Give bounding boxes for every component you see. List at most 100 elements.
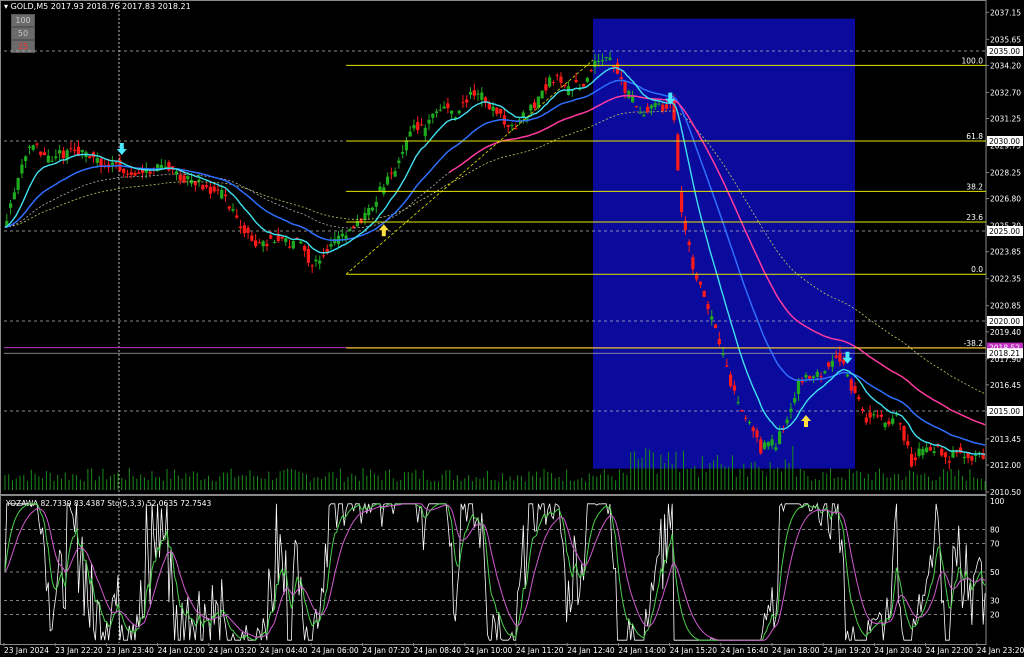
candle-body	[382, 187, 386, 194]
candle-body	[321, 255, 326, 257]
candle-body	[46, 155, 50, 163]
price-tick-7: 2026.80	[990, 195, 1021, 204]
price-box-2: 2025.00	[989, 227, 1020, 236]
candle-body	[721, 353, 725, 356]
candle-body	[725, 365, 729, 367]
candle-body	[367, 207, 371, 216]
candle-body	[54, 156, 58, 159]
price-box-0: 2035.00	[989, 47, 1020, 56]
candle-body	[235, 215, 239, 218]
candle-body	[555, 75, 559, 77]
candle-body	[879, 414, 883, 417]
candle-body	[122, 168, 126, 174]
candle-body	[551, 81, 556, 83]
candle-body	[434, 111, 439, 114]
candle-body	[265, 243, 269, 247]
candle-body	[627, 90, 631, 99]
candle-body	[815, 371, 819, 377]
candle-body	[291, 240, 295, 249]
candle-body	[370, 207, 375, 211]
time-label-10: 24 Jan 11:20	[516, 646, 564, 655]
candle-body	[864, 417, 868, 423]
candle-body	[114, 162, 118, 164]
price-tick-4: 2031.25	[990, 115, 1021, 124]
candle-body	[50, 160, 54, 162]
candle-body	[12, 192, 16, 200]
candle-body	[506, 124, 510, 127]
candle-body	[687, 241, 691, 246]
candle-body	[747, 421, 752, 424]
time-label-12: 24 Jan 14:00	[618, 646, 666, 655]
candle-body	[804, 374, 808, 378]
candle-body	[88, 156, 92, 159]
candle-body	[811, 376, 816, 379]
candle-body	[638, 112, 642, 114]
candle-body	[940, 448, 944, 456]
candle-body	[657, 103, 661, 105]
price-box-5: 2018.21	[989, 349, 1020, 358]
candle-body	[42, 152, 47, 156]
candle-body	[838, 353, 842, 362]
candle-body	[208, 186, 212, 194]
candle-body	[212, 186, 216, 192]
candle-body	[31, 145, 35, 150]
candle-body	[446, 103, 450, 109]
price-tick-12: 2019.40	[990, 328, 1021, 337]
price-chart[interactable]: 100.0 61.8 38.2 23.6 0.0 -38.2 2037.15 2035.65 2…	[0, 0, 1024, 657]
time-label-8: 24 Jan 08:40	[414, 646, 462, 655]
candle-body	[223, 194, 228, 197]
candle-body	[201, 185, 205, 190]
candle-body	[397, 160, 401, 164]
candle-body	[868, 412, 872, 418]
candle-body	[401, 152, 405, 154]
candle-body	[876, 415, 880, 417]
time-label-18: 24 Jan 22:00	[926, 646, 974, 655]
candle-body	[623, 81, 627, 93]
time-label-4: 24 Jan 03:20	[209, 646, 257, 655]
indicator-tick-5: 20	[990, 611, 1000, 620]
candle-body	[649, 105, 654, 109]
candle-body	[661, 104, 665, 112]
candle-body	[691, 257, 695, 270]
indicator-tick-4: 30	[990, 596, 1000, 605]
candle-body	[333, 238, 337, 244]
fib-label-2: 38.2	[966, 182, 983, 191]
candle-body	[20, 164, 24, 174]
time-label-14: 24 Jan 16:40	[721, 646, 769, 655]
candle-body	[597, 60, 601, 62]
candle-body	[227, 206, 231, 209]
candle-body	[427, 119, 431, 124]
candle-body	[962, 456, 966, 459]
candle-body	[385, 176, 390, 185]
candle-body	[412, 125, 416, 129]
price-box-6: 2015.00	[989, 407, 1020, 416]
price-tick-2: 2034.20	[990, 61, 1021, 70]
candle-body	[574, 79, 578, 83]
candle-body	[902, 426, 906, 441]
price-box-3: 2020.00	[989, 317, 1020, 326]
candle-body	[457, 110, 461, 114]
candle-body	[374, 201, 378, 207]
candle-body	[269, 235, 273, 239]
candle-body	[167, 162, 171, 171]
highlight-rectangle	[593, 18, 856, 469]
candle-body	[800, 380, 804, 383]
candle-body	[589, 70, 593, 72]
candle-body	[27, 146, 32, 148]
candle-body	[125, 173, 130, 175]
candle-body	[80, 149, 84, 153]
candle-body	[231, 209, 235, 211]
candle-body	[917, 448, 921, 456]
price-tick-11: 2020.85	[990, 302, 1021, 311]
candle-body	[205, 185, 209, 187]
indicator-tick-0: 100	[990, 497, 1005, 506]
fib-label-5: -38.2	[964, 339, 984, 348]
candle-body	[857, 396, 861, 400]
time-label-15: 24 Jan 18:00	[772, 646, 820, 655]
candle-body	[389, 172, 393, 174]
candle-body	[883, 422, 887, 428]
candle-body	[785, 419, 789, 424]
time-label-3: 24 Jan 02:00	[158, 646, 206, 655]
candle-body	[178, 174, 182, 181]
candle-body	[257, 242, 261, 244]
